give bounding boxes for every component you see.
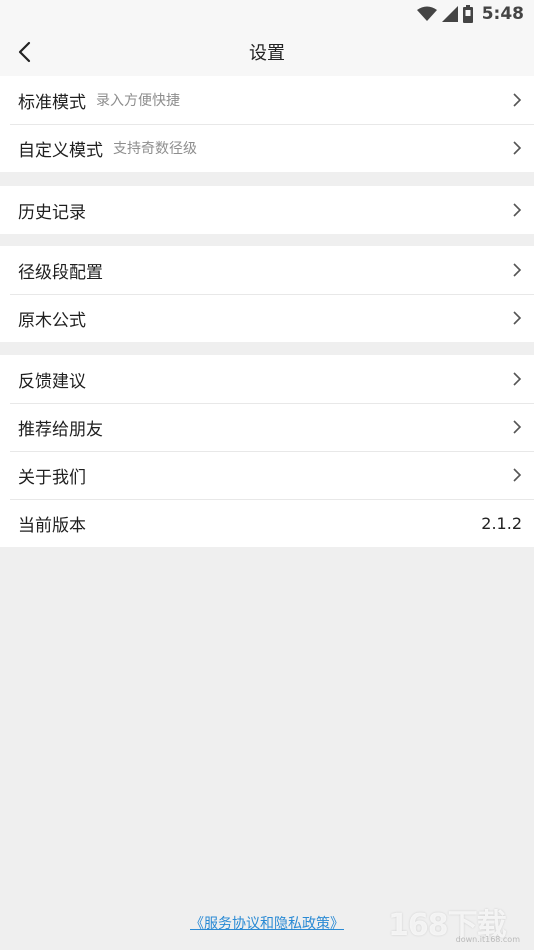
- status-time: 5:48: [481, 4, 524, 24]
- cell-signal-icon: [441, 6, 458, 22]
- row-subtitle: 录入方便快捷: [96, 93, 180, 109]
- chevron-right-icon: [513, 263, 522, 277]
- row-label: 反馈建议: [18, 371, 86, 392]
- row-diameter-config[interactable]: 径级段配置: [0, 246, 534, 294]
- row-current-version: 当前版本 2.1.2: [0, 499, 534, 547]
- chevron-right-icon: [513, 203, 522, 217]
- row-custom-mode[interactable]: 自定义模式 支持奇数径级: [0, 124, 534, 172]
- settings-group-mode: 标准模式 录入方便快捷 自定义模式 支持奇数径级: [0, 76, 534, 172]
- row-recommend[interactable]: 推荐给朋友: [0, 403, 534, 451]
- row-standard-mode[interactable]: 标准模式 录入方便快捷: [0, 76, 534, 124]
- row-label: 径级段配置: [18, 262, 103, 283]
- battery-icon: [462, 5, 473, 23]
- chevron-right-icon: [513, 372, 522, 386]
- row-label: 历史记录: [18, 202, 86, 223]
- watermark-logo: 168下载 down.it168.com: [388, 900, 528, 944]
- row-subtitle: 支持奇数径级: [113, 141, 197, 157]
- row-about-us[interactable]: 关于我们: [0, 451, 534, 499]
- settings-group-history: 历史记录: [0, 186, 534, 234]
- status-bar: 5:48: [0, 0, 534, 28]
- wifi-icon: [416, 6, 437, 21]
- chevron-right-icon: [513, 93, 522, 107]
- row-label: 关于我们: [18, 467, 86, 488]
- chevron-right-icon: [513, 141, 522, 155]
- row-label: 当前版本: [18, 515, 86, 536]
- watermark-sub: down.it168.com: [455, 935, 520, 944]
- version-value: 2.1.2: [481, 513, 522, 533]
- settings-group-about: 反馈建议 推荐给朋友 关于我们 当前版本 2.1.2: [0, 355, 534, 547]
- app-header: 设置: [0, 28, 534, 76]
- row-label: 推荐给朋友: [18, 419, 103, 440]
- settings-group-config: 径级段配置 原木公式: [0, 246, 534, 342]
- chevron-right-icon: [513, 311, 522, 325]
- chevron-right-icon: [513, 420, 522, 434]
- page-title: 设置: [249, 43, 285, 64]
- back-arrow-icon[interactable]: [14, 40, 38, 64]
- row-log-formula[interactable]: 原木公式: [0, 294, 534, 342]
- chevron-right-icon: [513, 468, 522, 482]
- row-history[interactable]: 历史记录: [0, 186, 534, 234]
- row-feedback[interactable]: 反馈建议: [0, 355, 534, 403]
- row-label: 自定义模式: [18, 140, 103, 161]
- row-label: 原木公式: [18, 310, 86, 331]
- row-label: 标准模式: [18, 92, 86, 113]
